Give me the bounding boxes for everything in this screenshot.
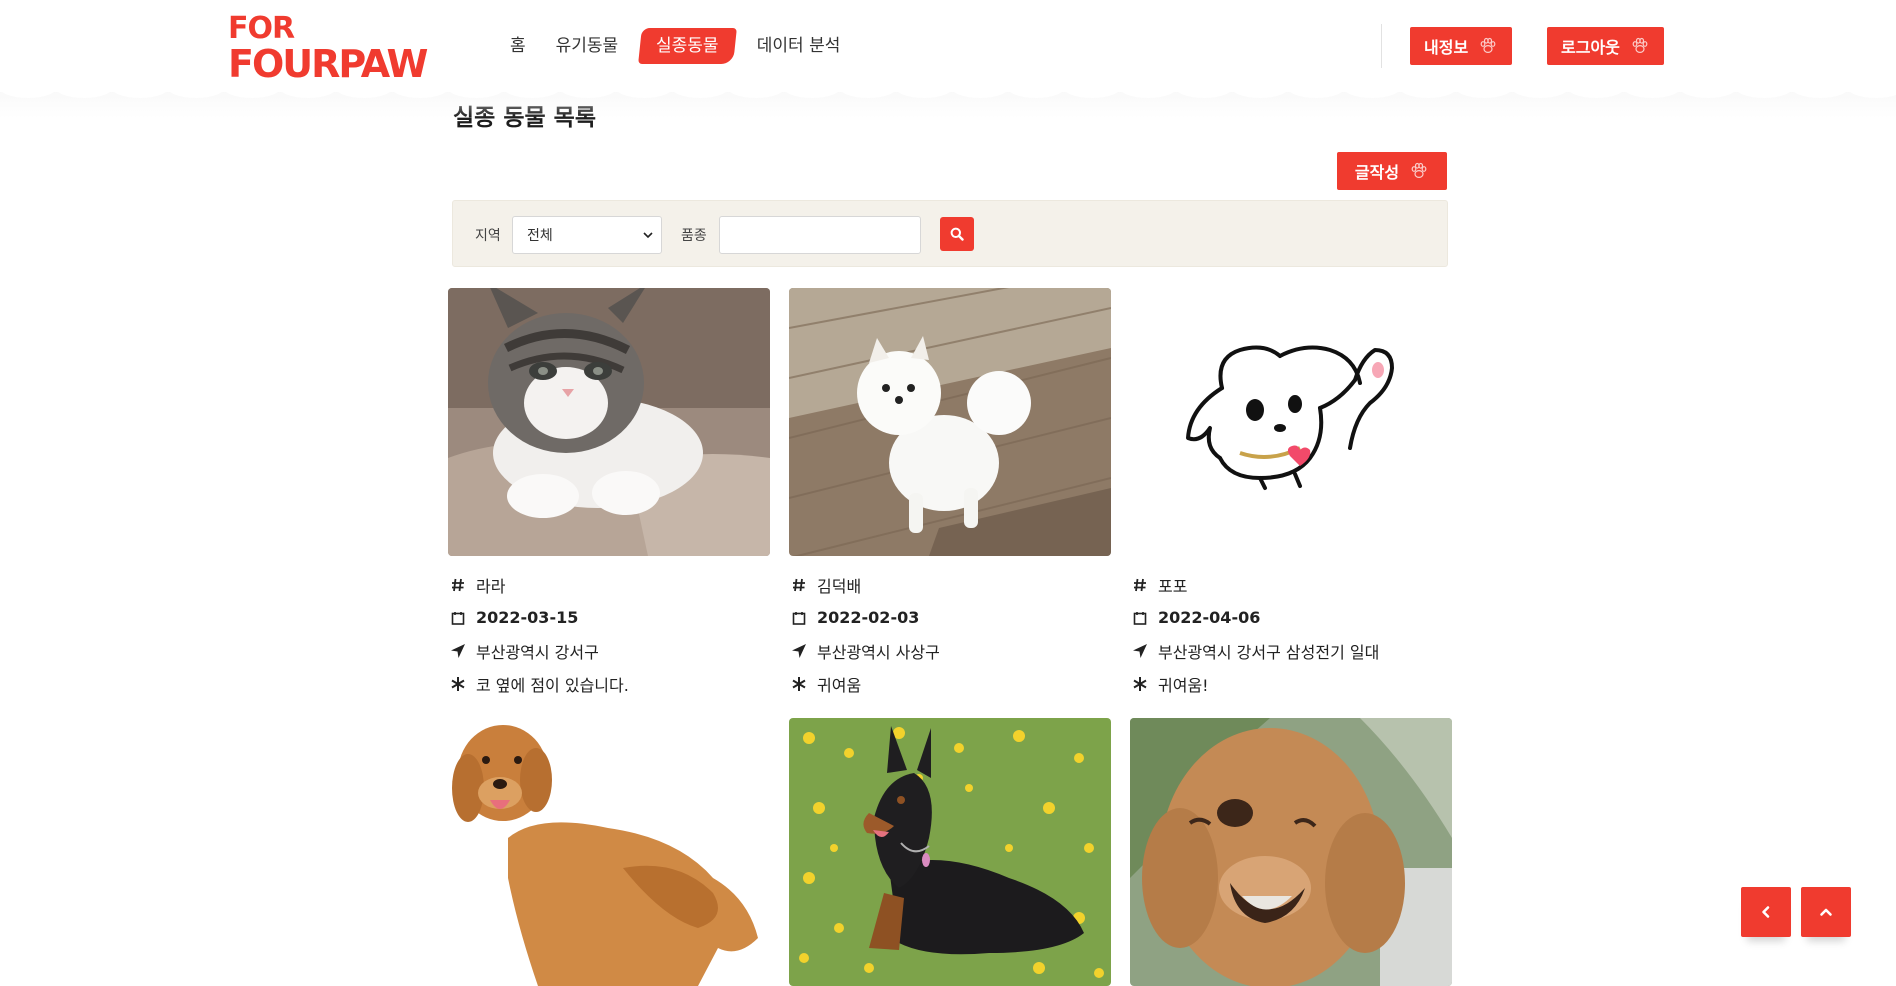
location-row: 부산광역시 강서구 삼성전기 일대 — [1130, 634, 1470, 667]
filter-bar: 지역 전체 품종 — [452, 200, 1448, 267]
breed-label: 품종 — [681, 228, 707, 244]
missing-date: 2022-03-15 — [476, 608, 579, 627]
region-label: 지역 — [475, 228, 501, 244]
my-info-button[interactable]: 내정보 — [1410, 27, 1513, 65]
animal-name: 라라 — [476, 576, 506, 596]
missing-location: 부산광역시 강서구 삼성전기 일대 — [1158, 642, 1380, 662]
nav-missing-animals-label: 실종동물 — [656, 36, 719, 56]
animal-note: 코 옆에 점이 있습니다. — [476, 675, 629, 695]
note-row: 귀여움! — [1130, 667, 1470, 700]
date-row: 2022-03-15 — [448, 601, 788, 634]
hash-icon — [789, 575, 809, 595]
paw-icon — [1411, 162, 1427, 179]
name-row: 포포 — [1130, 568, 1470, 601]
missing-location: 부산광역시 사상구 — [817, 642, 940, 662]
location-arrow-icon — [448, 641, 468, 661]
missing-location: 부산광역시 강서구 — [476, 642, 599, 662]
asterisk-icon — [448, 674, 468, 694]
asterisk-icon — [1130, 674, 1150, 694]
main-nav: 홈 유기동물 실종동물 데이터 분석 — [510, 28, 870, 64]
animal-photo-golden-retriever[interactable] — [448, 718, 770, 986]
animal-name: 김덕배 — [817, 576, 862, 596]
logo-line2: FOURPAW — [228, 42, 428, 86]
logout-label: 로그아웃 — [1561, 38, 1620, 57]
nav-data-analysis[interactable]: 데이터 분석 — [757, 28, 841, 64]
paw-icon — [1632, 37, 1648, 54]
region-select-value: 전체 — [527, 228, 553, 244]
write-post-button[interactable]: 글작성 — [1337, 152, 1447, 190]
hash-icon — [1130, 575, 1150, 595]
calendar-icon — [1130, 608, 1150, 628]
note-row: 코 옆에 점이 있습니다. — [448, 667, 788, 700]
location-row: 부산광역시 사상구 — [789, 634, 1129, 667]
search-button[interactable] — [940, 217, 974, 251]
location-arrow-icon — [1130, 641, 1150, 661]
animal-photo-poodle[interactable] — [1130, 718, 1452, 986]
calendar-icon — [789, 608, 809, 628]
animal-note: 귀여움 — [817, 675, 862, 695]
write-post-label: 글작성 — [1354, 163, 1400, 182]
note-row: 귀여움 — [789, 667, 1129, 700]
back-button[interactable] — [1741, 887, 1791, 937]
animal-card-info: 라라 2022-03-15 부산광역시 강서구 코 옆에 점이 있습니다. — [448, 568, 788, 700]
animal-photo-pomeranian[interactable] — [789, 288, 1111, 556]
animal-photo-doberman[interactable] — [789, 718, 1111, 986]
my-info-label: 내정보 — [1424, 38, 1469, 57]
site-header: FOR FOURPAW 홈 유기동물 실종동물 데이터 분석 내정보 로그아웃 — [0, 0, 1896, 92]
asterisk-icon — [789, 674, 809, 694]
name-row: 김덕배 — [789, 568, 1129, 601]
name-row: 라라 — [448, 568, 788, 601]
animal-photo-kitten[interactable] — [448, 288, 770, 556]
location-arrow-icon — [789, 641, 809, 661]
chevron-down-icon — [643, 232, 653, 239]
nav-missing-animals[interactable]: 실종동물 — [638, 28, 737, 64]
logo-line1: FOR — [228, 11, 295, 46]
animal-name: 포포 — [1158, 576, 1188, 596]
paw-icon — [1480, 37, 1496, 54]
missing-date: 2022-02-03 — [817, 608, 920, 627]
header-scallop-edge — [0, 82, 1896, 106]
hash-icon — [448, 575, 468, 595]
location-row: 부산광역시 강서구 — [448, 634, 788, 667]
date-row: 2022-02-03 — [789, 601, 1129, 634]
missing-date: 2022-04-06 — [1158, 608, 1261, 627]
breed-input[interactable] — [719, 216, 921, 254]
animal-note: 귀여움! — [1158, 675, 1209, 695]
date-row: 2022-04-06 — [1130, 601, 1470, 634]
calendar-icon — [448, 608, 468, 628]
animal-card-info: 김덕배 2022-02-03 부산광역시 사상구 귀여움 — [789, 568, 1129, 700]
nav-home[interactable]: 홈 — [510, 28, 526, 64]
chevron-up-icon — [1820, 908, 1832, 916]
search-icon — [950, 227, 964, 241]
header-divider — [1381, 24, 1382, 68]
scroll-top-button[interactable] — [1801, 887, 1851, 937]
site-logo[interactable]: FOR FOURPAW — [228, 11, 428, 85]
region-select[interactable]: 전체 — [512, 216, 662, 254]
nav-abandoned-animals[interactable]: 유기동물 — [556, 28, 619, 64]
chevron-left-icon — [1762, 906, 1770, 918]
animal-photo-cartoon-dog[interactable] — [1130, 288, 1452, 556]
logout-button[interactable]: 로그아웃 — [1547, 27, 1664, 65]
animal-card-info: 포포 2022-04-06 부산광역시 강서구 삼성전기 일대 귀여움! — [1130, 568, 1470, 700]
